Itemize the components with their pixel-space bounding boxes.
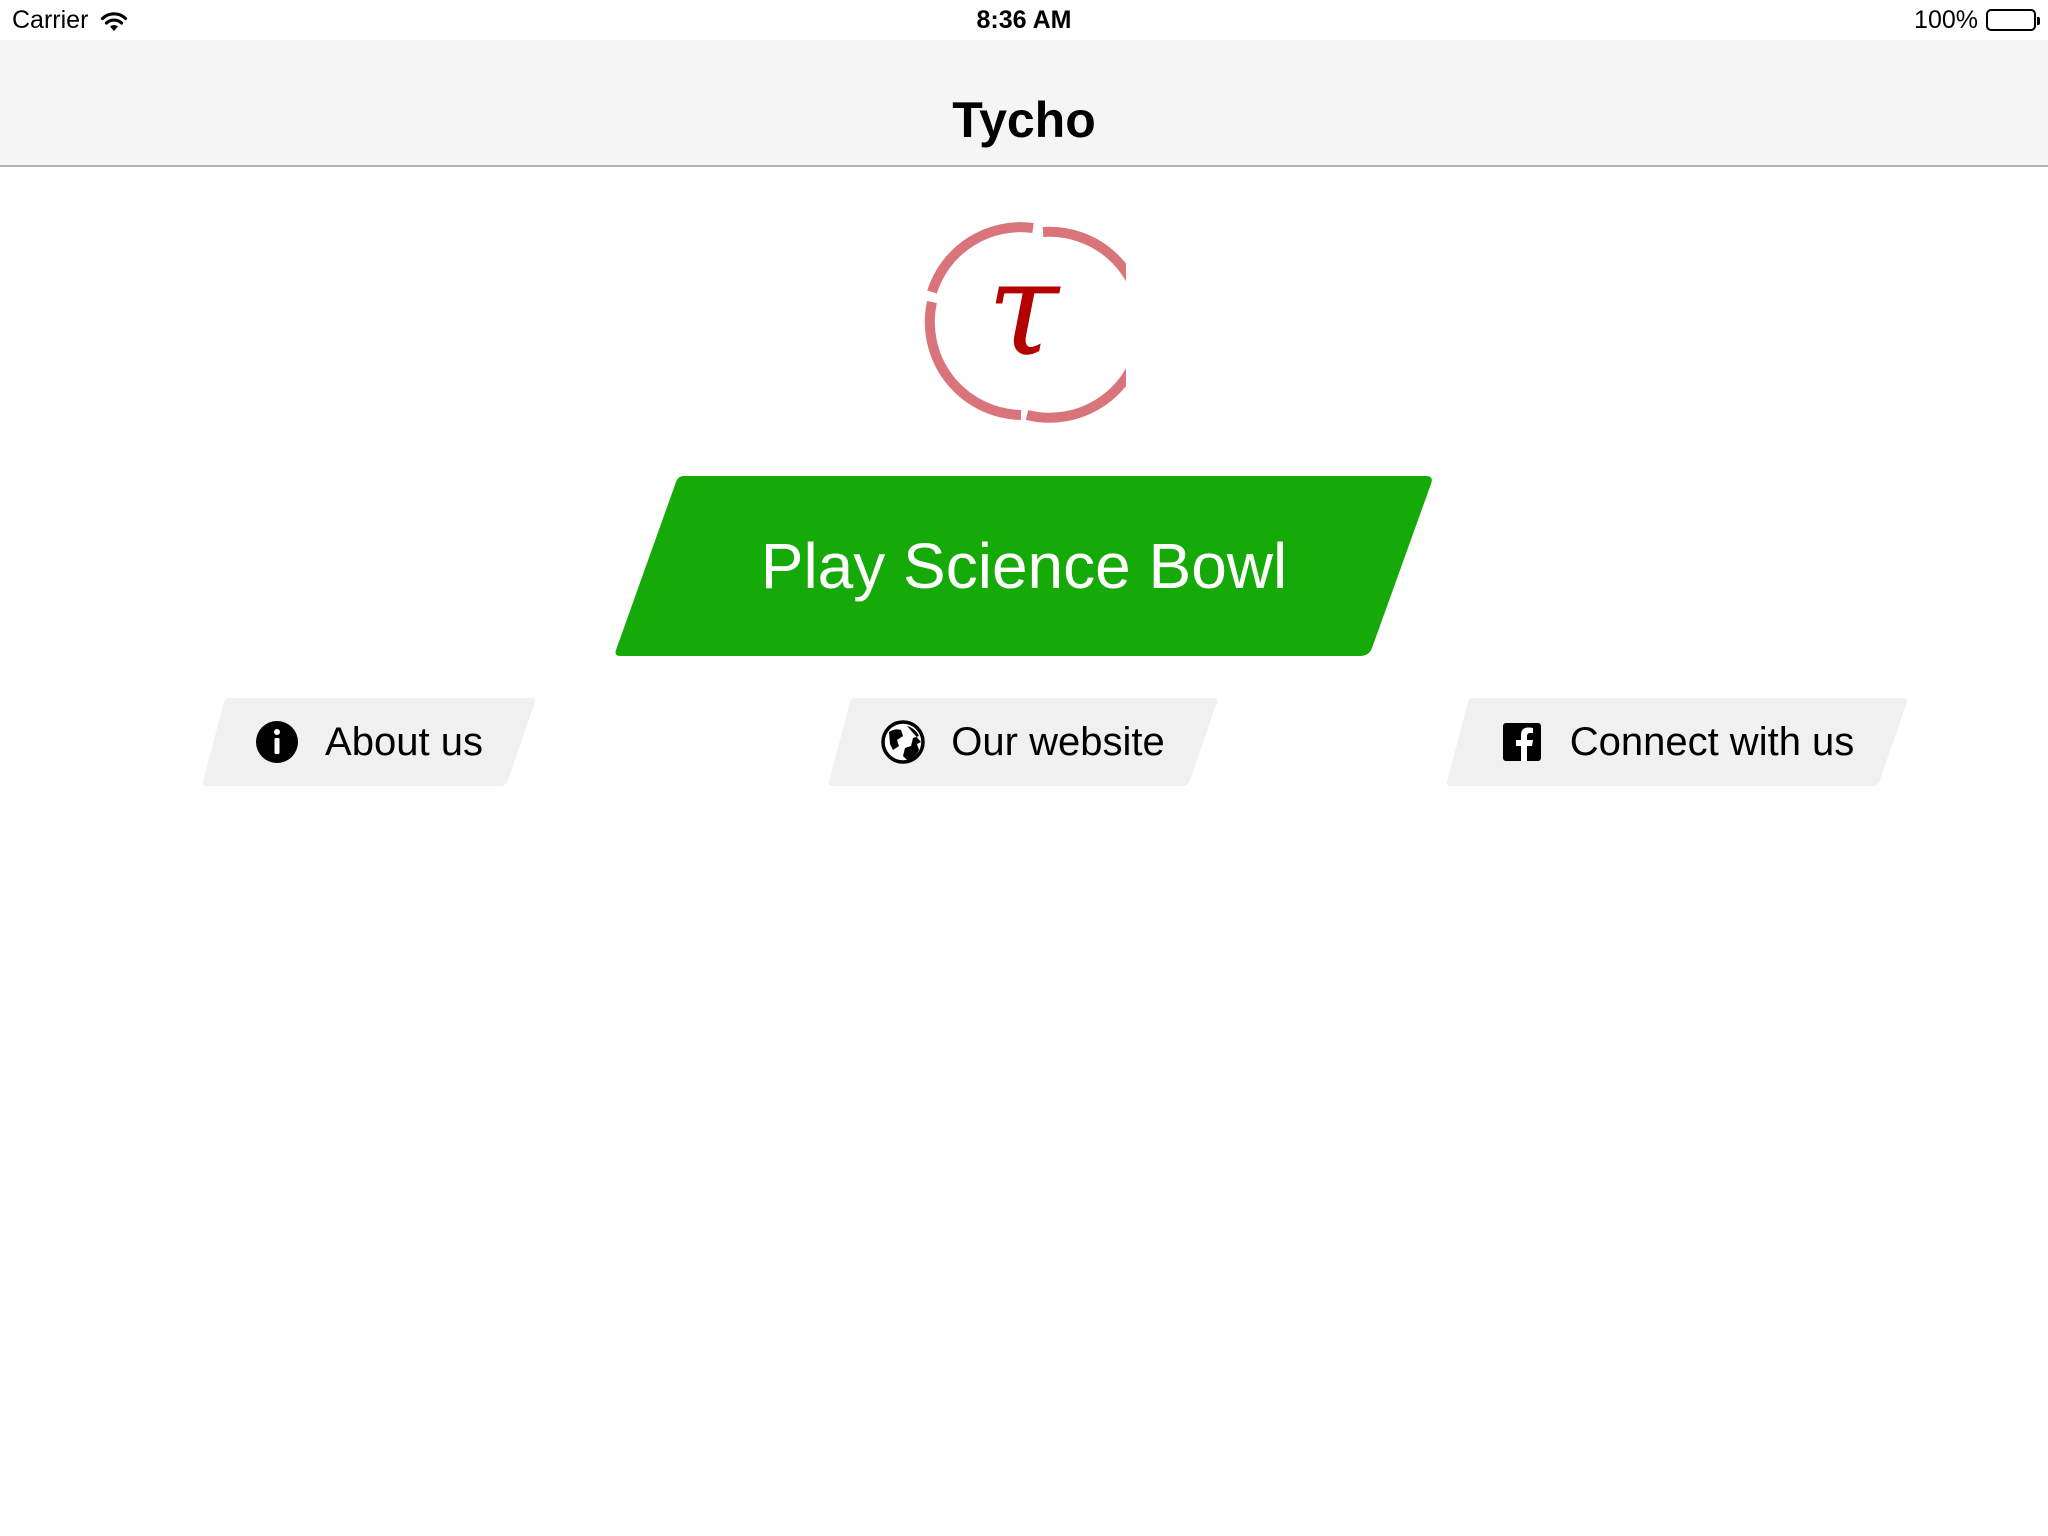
globe-icon <box>881 720 926 764</box>
our-website-label: Our website <box>951 719 1165 764</box>
battery-icon <box>1986 9 2040 31</box>
about-us-button[interactable]: About us <box>202 698 536 786</box>
app-logo: τ <box>920 218 1148 424</box>
status-time: 8:36 AM <box>976 6 1072 34</box>
our-website-button[interactable]: Our website <box>828 698 1218 786</box>
about-us-label: About us <box>325 719 483 764</box>
logo-glyph: τ <box>987 233 1061 385</box>
facebook-icon <box>1500 720 1544 764</box>
navigation-bar: Tycho <box>0 40 2048 167</box>
status-right: 100% <box>1914 4 2040 36</box>
play-science-bowl-button[interactable]: Play Science Bowl <box>614 476 1434 656</box>
info-icon <box>255 720 299 764</box>
connect-with-us-label: Connect with us <box>1569 719 1855 764</box>
page-title: Tycho <box>952 92 1096 148</box>
status-bar: Carrier 8:36 AM 100% <box>0 0 2048 40</box>
battery-percent: 100% <box>1914 6 1978 34</box>
connect-with-us-button[interactable]: Connect with us <box>1446 698 1908 786</box>
play-button-label: Play Science Bowl <box>760 530 1288 602</box>
